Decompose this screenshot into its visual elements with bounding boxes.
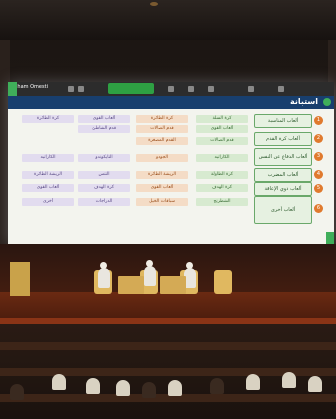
category-number: 6 (314, 204, 323, 213)
option-cell[interactable]: الكاراتيه (196, 154, 248, 162)
category-label: ألعاب الدفاع عن النفس (254, 148, 312, 166)
category-number: 3 (314, 152, 323, 161)
panelist-head (100, 262, 107, 269)
audience-hall (0, 324, 336, 419)
audience-member (246, 374, 260, 390)
category-label: ألعاب المناسبة (254, 114, 312, 128)
audience-member (116, 380, 130, 396)
audience-member (86, 378, 100, 394)
option-cell[interactable]: ألعاب القوى (136, 184, 188, 192)
corner-decoration (326, 232, 334, 244)
option-cell[interactable]: كرة الطائرة (136, 115, 188, 123)
audience-member (168, 380, 182, 396)
side-table (160, 276, 186, 294)
category-label: ألعاب كرة القدم (254, 132, 312, 146)
more-icon[interactable] (278, 86, 284, 92)
option-cell[interactable]: ألعاب القوى (22, 184, 74, 192)
option-cell[interactable]: كرة السلة (196, 115, 248, 123)
option-cell[interactable]: القدم المصغرة (136, 137, 188, 145)
category-label: ألعاب أخرى (254, 196, 312, 224)
audience-member (282, 372, 296, 388)
audience-member (10, 384, 24, 400)
option-cell[interactable]: الدراجات (78, 198, 130, 206)
audience-member (308, 376, 322, 392)
option-cell[interactable]: الريشة الطائرة (136, 171, 188, 179)
chair (214, 270, 232, 294)
survey-title: استبانة (290, 97, 318, 106)
option-cell[interactable]: الكاراتيه (22, 154, 74, 162)
seat-row (0, 342, 336, 350)
audience-member (142, 382, 156, 398)
option-cell[interactable]: ألعاب القوى (196, 125, 248, 133)
category-label: ألعاب المضرب (254, 168, 312, 182)
share-icon[interactable] (168, 86, 174, 92)
option-cell[interactable]: قدم الصالات (196, 137, 248, 145)
audience-member (210, 378, 224, 394)
podium (10, 262, 30, 296)
panelist (98, 268, 110, 288)
logo-icon (323, 98, 331, 106)
option-cell[interactable]: كرة الطائرة (22, 115, 74, 123)
zoom-toolbar: Raham Omesti (8, 82, 334, 96)
category-number: 5 (314, 184, 323, 193)
option-cell[interactable]: الريشة الطائرة (22, 171, 74, 179)
option-cell[interactable]: الشطرنج (196, 198, 248, 206)
category-number: 4 (314, 170, 323, 179)
panelist-head (146, 260, 153, 267)
audience-member (52, 374, 66, 390)
auditorium-photo: Raham Omesti استبانة 1 ألعاب المناسبة 2 … (0, 0, 336, 419)
option-cell[interactable]: التنس (78, 171, 130, 179)
mic-icon[interactable] (68, 86, 74, 92)
option-cell[interactable]: ألعاب القوى (78, 115, 130, 123)
option-cell[interactable]: الجودو (136, 154, 188, 162)
panelist-head (186, 262, 193, 269)
side-table (118, 276, 144, 294)
survey-header: استبانة (8, 96, 334, 109)
corner-decoration (8, 82, 17, 96)
ceiling-lamp (150, 2, 158, 6)
option-cell[interactable]: كرة الهدف (196, 184, 248, 192)
category-label: ألعاب ذوي الإعاقة (254, 182, 312, 196)
ceiling (0, 0, 336, 40)
option-cell[interactable]: قدم الصالات (136, 125, 188, 133)
option-cell[interactable]: كرة الطاولة (196, 171, 248, 179)
option-cell[interactable]: كرة الهدف (78, 184, 130, 192)
panelist (144, 266, 156, 286)
chat-icon[interactable] (188, 86, 194, 92)
video-icon[interactable] (78, 86, 84, 92)
reactions-icon[interactable] (248, 86, 254, 92)
category-number: 2 (314, 134, 323, 143)
option-cell[interactable]: التايكوندو (78, 154, 130, 162)
option-cell[interactable]: سباقات الخيل (136, 198, 188, 206)
record-icon[interactable] (208, 86, 214, 92)
option-cell[interactable]: قدم الشاطئ (78, 125, 130, 133)
option-cell[interactable]: أخرى (22, 198, 74, 206)
projection-screen: Raham Omesti استبانة 1 ألعاب المناسبة 2 … (8, 82, 334, 244)
poll-badge[interactable] (108, 83, 154, 94)
category-number: 1 (314, 116, 323, 125)
